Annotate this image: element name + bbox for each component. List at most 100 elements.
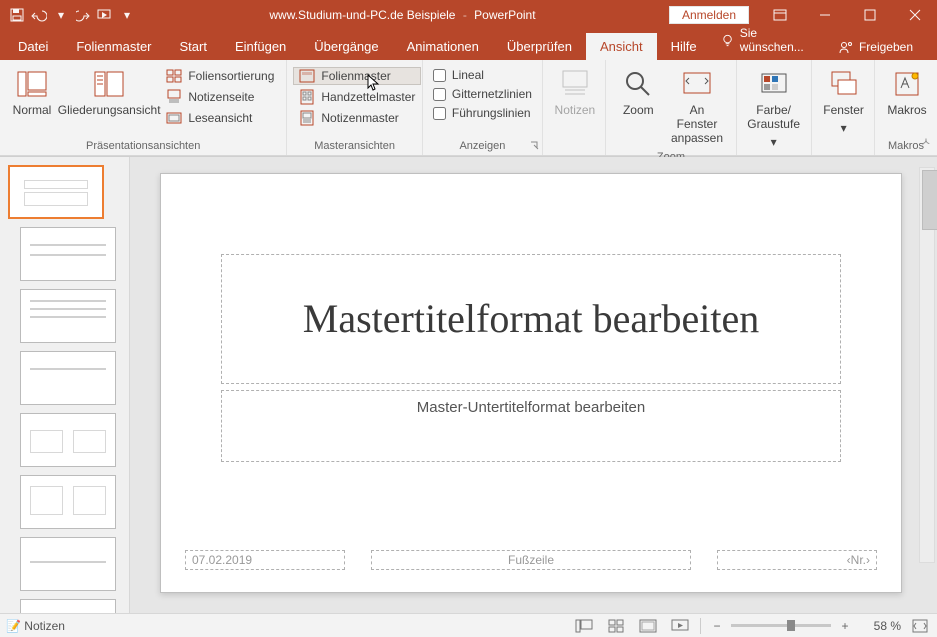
color-grayscale-icon	[758, 68, 790, 100]
master-thumbnail[interactable]	[8, 165, 104, 219]
layout-thumbnail[interactable]	[20, 413, 116, 467]
notes-page-button[interactable]: Notizenseite	[160, 88, 280, 106]
start-from-beginning-icon[interactable]	[96, 6, 114, 24]
group-masteransichten: Folienmaster Handzettelmaster Notizenmas…	[287, 60, 423, 155]
handout-master-icon	[299, 89, 315, 105]
slideshow-status-button[interactable]	[668, 616, 692, 636]
redo-icon[interactable]	[74, 6, 92, 24]
tab-start[interactable]: Start	[166, 33, 221, 60]
group-label: Masteransichten	[293, 138, 416, 155]
vertical-scrollbar[interactable]	[919, 167, 935, 563]
layout-thumbnail[interactable]	[20, 351, 116, 405]
window-icon	[828, 68, 860, 100]
ribbon-display-options-icon[interactable]	[757, 0, 802, 30]
fit-to-window-status-button[interactable]	[909, 616, 931, 636]
share-button[interactable]: Freigeben	[829, 34, 923, 60]
date-placeholder[interactable]: 07.02.2019	[185, 550, 345, 570]
zoom-track[interactable]	[731, 624, 831, 627]
save-icon[interactable]	[8, 6, 26, 24]
slide-editor[interactable]: Mastertitelformat bearbeiten Master-Unte…	[135, 157, 937, 613]
layout-thumbnail[interactable]	[20, 289, 116, 343]
color-grayscale-button[interactable]: Farbe/ Graustufe▾	[743, 64, 805, 153]
chevron-down-icon: ▾	[771, 136, 777, 150]
zoom-in-button[interactable]: +	[837, 619, 853, 633]
tab-uebergaenge[interactable]: Übergänge	[300, 33, 392, 60]
thumbnails-scroll[interactable]	[0, 157, 129, 613]
tab-folienmaster[interactable]: Folienmaster	[62, 33, 165, 60]
ribbon: Normal Gliederungsansicht Foliensortieru…	[0, 60, 937, 156]
group-label: Anzeigen	[429, 138, 536, 155]
collapse-ribbon-icon[interactable]: ㅅ	[921, 133, 931, 149]
chevron-down-icon: ▾	[841, 122, 847, 136]
document-title: www.Studium-und-PC.de Beispiele	[269, 8, 455, 22]
outline-view-icon	[93, 68, 125, 100]
macros-icon	[891, 68, 923, 100]
slide-sorter-icon	[166, 68, 182, 84]
tell-me-label: Sie wünschen...	[740, 26, 819, 54]
title-text: Mastertitelformat bearbeiten	[303, 296, 759, 342]
slide-master-button[interactable]: Folienmaster	[293, 67, 421, 85]
subtitle-placeholder[interactable]: Master-Untertitelformat bearbeiten	[221, 390, 841, 462]
zoom-percent[interactable]: 58 %	[861, 619, 901, 633]
title-placeholder[interactable]: Mastertitelformat bearbeiten	[221, 254, 841, 384]
guides-checkbox[interactable]: Führungslinien	[429, 105, 536, 121]
zoom-slider[interactable]: − +	[709, 619, 853, 633]
scrollbar-thumb[interactable]	[922, 170, 937, 230]
undo-icon[interactable]	[30, 6, 48, 24]
close-button[interactable]	[892, 0, 937, 30]
slide-master-icon	[299, 68, 315, 84]
statusbar: 📝 Notizen − + 58 %	[0, 613, 937, 637]
normal-view-button[interactable]: Normal	[6, 64, 58, 122]
bulb-icon	[721, 33, 734, 47]
tab-datei[interactable]: Datei	[4, 33, 62, 60]
normal-view-icon	[16, 68, 48, 100]
zoom-knob[interactable]	[787, 620, 795, 631]
reading-view-status-button[interactable]	[636, 616, 660, 636]
ruler-checkbox[interactable]: Lineal	[429, 67, 536, 83]
share-label: Freigeben	[859, 40, 913, 54]
layout-thumbnail[interactable]	[20, 227, 116, 281]
slide-number-placeholder[interactable]: ‹Nr.›	[717, 550, 877, 570]
tab-ansicht[interactable]: Ansicht	[586, 33, 657, 60]
handout-master-button[interactable]: Handzettelmaster	[293, 88, 421, 106]
group-fenster: Fenster▾	[812, 60, 875, 155]
footer-placeholder[interactable]: Fußzeile	[371, 550, 691, 570]
notes-pane-button: Notizen	[549, 64, 601, 122]
outline-view-button[interactable]: Gliederungsansicht	[58, 64, 160, 122]
zoom-icon	[622, 68, 654, 100]
layout-thumbnail[interactable]	[20, 537, 116, 591]
notes-master-button[interactable]: Notizenmaster	[293, 109, 421, 127]
zoom-out-button[interactable]: −	[709, 619, 725, 633]
undo-dropdown-icon[interactable]: ▾	[52, 6, 70, 24]
window-title: www.Studium-und-PC.de Beispiele - PowerP…	[136, 8, 669, 22]
group-anzeigen: Lineal Gitternetzlinien Führungslinien A…	[423, 60, 543, 155]
workspace: Mastertitelformat bearbeiten Master-Unte…	[0, 156, 937, 613]
normal-view-status-button[interactable]	[572, 616, 596, 636]
tab-animationen[interactable]: Animationen	[393, 33, 493, 60]
layout-thumbnail[interactable]	[20, 475, 116, 529]
reading-view-button[interactable]: Leseansicht	[160, 109, 280, 127]
notes-page-icon	[166, 89, 182, 105]
fit-to-window-button[interactable]: An Fenster anpassen	[664, 64, 729, 149]
titlebar: ▾ ▾ www.Studium-und-PC.de Beispiele - Po…	[0, 0, 937, 30]
slide-sorter-button[interactable]: Foliensortierung	[160, 67, 280, 85]
qat-customize-icon[interactable]: ▾	[118, 6, 136, 24]
sorter-view-status-button[interactable]	[604, 616, 628, 636]
minimize-button[interactable]	[802, 0, 847, 30]
ribbon-tabs: Datei Folienmaster Start Einfügen Übergä…	[0, 30, 937, 60]
maximize-button[interactable]	[847, 0, 892, 30]
window-button[interactable]: Fenster▾	[818, 64, 870, 140]
macros-button[interactable]: Makros	[881, 64, 933, 122]
fit-window-icon	[681, 68, 713, 100]
notes-toggle[interactable]: 📝 Notizen	[6, 619, 65, 633]
slide-canvas[interactable]: Mastertitelformat bearbeiten Master-Unte…	[160, 173, 902, 593]
tab-ueberpruefen[interactable]: Überprüfen	[493, 33, 586, 60]
layout-thumbnail[interactable]	[20, 599, 116, 613]
gridlines-checkbox[interactable]: Gitternetzlinien	[429, 86, 536, 102]
share-icon	[839, 40, 853, 54]
notes-icon	[559, 68, 591, 100]
tab-hilfe[interactable]: Hilfe	[657, 33, 711, 60]
zoom-button[interactable]: Zoom	[612, 64, 664, 122]
dialog-launcher-icon[interactable]	[529, 140, 539, 150]
tab-einfuegen[interactable]: Einfügen	[221, 33, 300, 60]
